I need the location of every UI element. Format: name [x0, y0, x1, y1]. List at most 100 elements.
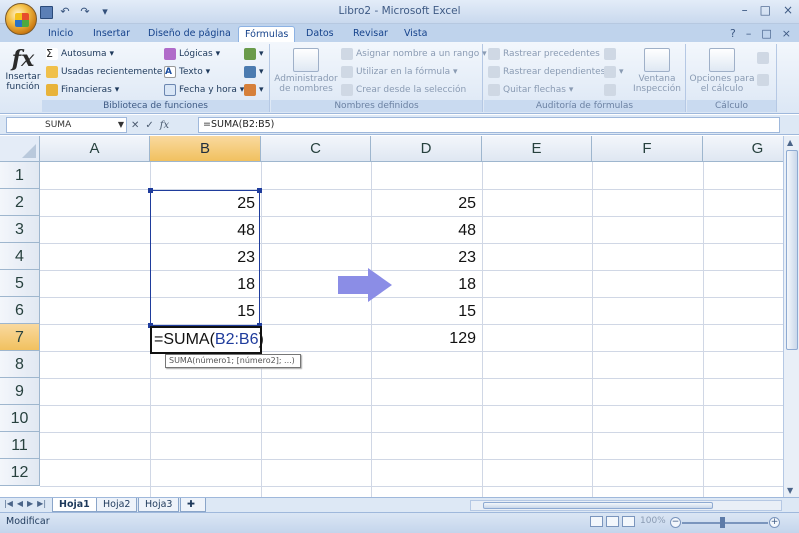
cell-d7[interactable]: 129	[371, 325, 482, 352]
lookup-button[interactable]: ▾	[244, 46, 264, 62]
use-in-formula-button[interactable]: Utilizar en la fórmula ▾	[341, 64, 458, 80]
sheet-tab-hoja1[interactable]: Hoja1	[52, 498, 97, 512]
trace-precedents-button[interactable]: Rastrear precedentes	[488, 46, 600, 62]
create-from-selection-button[interactable]: Crear desde la selección	[341, 82, 466, 98]
vertical-scroll-thumb[interactable]	[786, 150, 798, 350]
tab-inicio[interactable]: Inicio	[48, 26, 73, 42]
formula-input[interactable]: =SUMA(B2:B5)	[198, 117, 780, 133]
page-break-view-icon[interactable]	[622, 516, 635, 527]
row-header-7[interactable]: 7	[0, 324, 40, 351]
horizontal-scrollbar[interactable]	[470, 500, 782, 511]
row-header-9[interactable]: 9	[0, 378, 40, 405]
tab-datos[interactable]: Datos	[306, 26, 334, 42]
scroll-up-icon[interactable]: ▲	[787, 138, 793, 147]
row-header-8[interactable]: 8	[0, 351, 40, 378]
zoom-level[interactable]: 100%	[640, 516, 666, 526]
cancel-icon[interactable]: ✕	[131, 120, 139, 131]
calc-options-button[interactable]: Opciones para el cálculo	[689, 48, 755, 94]
row-header-5[interactable]: 5	[0, 270, 40, 297]
workbook-minimize-icon[interactable]: –	[746, 27, 752, 40]
office-button[interactable]	[5, 3, 37, 35]
insert-function-icon[interactable]: fx	[160, 120, 169, 131]
right-arrow-shape[interactable]	[338, 268, 392, 302]
recent-functions-button[interactable]: Usadas recientemente ▾	[46, 64, 170, 80]
tab-formulas[interactable]: Fórmulas	[238, 26, 296, 42]
maximize-icon[interactable]: □	[760, 3, 771, 17]
row-header-1[interactable]: 1	[0, 162, 40, 189]
cell-d3[interactable]: 48	[371, 217, 482, 244]
column-header-a[interactable]: A	[40, 136, 150, 162]
function-tooltip[interactable]: SUMA(número1; [número2]; ...)	[165, 354, 301, 368]
chevron-down-icon[interactable]: ▼	[118, 118, 124, 132]
minimize-icon[interactable]: –	[742, 3, 748, 17]
range-handle-top-left[interactable]	[148, 188, 153, 193]
evaluate-formula-button[interactable]	[604, 82, 619, 98]
zoom-knob[interactable]	[720, 517, 725, 528]
formula-range-highlight[interactable]	[148, 188, 262, 328]
prev-sheet-icon[interactable]: ◀	[17, 499, 23, 508]
column-header-b[interactable]: B	[150, 136, 261, 162]
text-button[interactable]: A Texto ▾	[164, 64, 210, 80]
next-sheet-icon[interactable]: ▶	[27, 499, 33, 508]
workbook-close-icon[interactable]: ×	[782, 27, 791, 40]
cell-d2[interactable]: 25	[371, 190, 482, 217]
name-manager-button[interactable]: Administrador de nombres	[273, 48, 339, 94]
tab-revisar[interactable]: Revisar	[353, 26, 388, 42]
zoom-out-icon[interactable]: −	[670, 517, 681, 528]
logical-button[interactable]: Lógicas ▾	[164, 46, 220, 62]
row-header-10[interactable]: 10	[0, 405, 40, 432]
calculate-now-button[interactable]	[757, 50, 772, 66]
row-header-2[interactable]: 2	[0, 189, 40, 216]
show-formulas-button[interactable]	[604, 46, 619, 62]
financial-button[interactable]: Financieras ▾	[46, 82, 119, 98]
datetime-button[interactable]: Fecha y hora ▾	[164, 82, 244, 98]
insert-sheet-icon[interactable]: ✚	[180, 498, 206, 512]
column-header-d[interactable]: D	[371, 136, 482, 162]
name-box[interactable]: SUMA ▼	[6, 117, 127, 133]
select-all-corner[interactable]	[0, 136, 40, 162]
watch-window-button[interactable]: Ventana Inspección	[630, 48, 684, 94]
column-header-c[interactable]: C	[261, 136, 371, 162]
vertical-scrollbar[interactable]: ▲ ▼	[783, 136, 799, 497]
column-header-e[interactable]: E	[482, 136, 592, 162]
enter-icon[interactable]: ✓	[145, 120, 153, 131]
tab-diseno-pagina[interactable]: Diseño de página	[148, 26, 231, 42]
tab-vista[interactable]: Vista	[404, 26, 427, 42]
assign-name-icon	[341, 47, 353, 60]
autosum-button[interactable]: Σ Autosuma ▾	[46, 46, 114, 62]
workbook-restore-icon[interactable]: □	[761, 27, 771, 40]
insert-function-button[interactable]: fx Insertar función	[4, 46, 42, 92]
row-header-6[interactable]: 6	[0, 297, 40, 324]
row-header-3[interactable]: 3	[0, 216, 40, 243]
zoom-slider[interactable]: − +	[670, 517, 780, 529]
calculate-sheet-button[interactable]	[757, 72, 772, 88]
row-header-4[interactable]: 4	[0, 243, 40, 270]
error-checking-button[interactable]: ▾	[604, 64, 624, 80]
zoom-in-icon[interactable]: +	[769, 517, 780, 528]
first-sheet-icon[interactable]: |◀	[4, 499, 13, 508]
tab-insertar[interactable]: Insertar	[93, 26, 130, 42]
sheet-tab-hoja2[interactable]: Hoja2	[96, 498, 138, 512]
sheet-tab-hoja3[interactable]: Hoja3	[138, 498, 180, 512]
cell-d6[interactable]: 15	[371, 298, 482, 325]
more-functions-button[interactable]: ▾	[244, 82, 264, 98]
normal-view-icon[interactable]	[590, 516, 603, 527]
help-icon[interactable]: ?	[730, 27, 736, 40]
row-header-12[interactable]: 12	[0, 459, 40, 486]
range-handle-top-right[interactable]	[257, 188, 262, 193]
cell-b7-editor[interactable]: =SUMA(B2:B6)	[150, 326, 264, 354]
column-header-f[interactable]: F	[592, 136, 703, 162]
row-header-11[interactable]: 11	[0, 432, 40, 459]
trace-dependents-button[interactable]: Rastrear dependientes	[488, 64, 605, 80]
math-button[interactable]: ▾	[244, 64, 264, 80]
last-sheet-icon[interactable]: ▶|	[37, 499, 46, 508]
close-icon[interactable]: ×	[783, 3, 793, 17]
worksheet-grid[interactable]: A B C D E F G 1 2 3 4 5 6 7 8 9 10 11 12…	[0, 136, 783, 497]
remove-arrows-button[interactable]: Quitar flechas ▾	[488, 82, 573, 98]
cell-d4[interactable]: 23	[371, 244, 482, 271]
assign-name-button[interactable]: Asignar nombre a un rango ▾	[341, 46, 487, 62]
page-layout-view-icon[interactable]	[606, 516, 619, 527]
scroll-down-icon[interactable]: ▼	[787, 486, 793, 495]
column-header-g[interactable]: G	[703, 136, 783, 162]
horizontal-scroll-thumb[interactable]	[483, 502, 713, 509]
